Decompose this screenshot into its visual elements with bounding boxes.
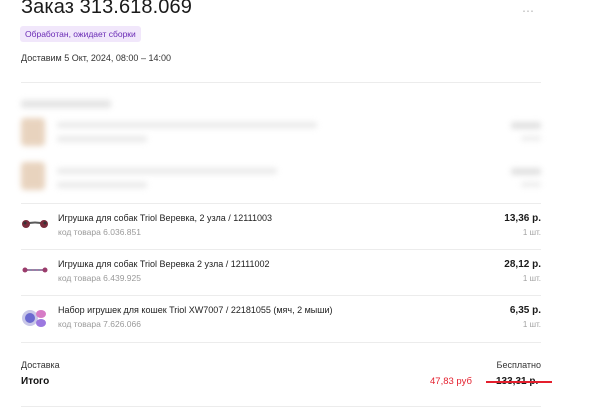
- blurred-text: [57, 122, 317, 128]
- divider: [21, 82, 541, 83]
- order-item[interactable]: Игрушка для собак Triol Веревка 2 узла /…: [21, 259, 541, 299]
- delivery-date: Доставим 5 Окт, 2024, 08:00 – 14:00: [21, 53, 171, 63]
- total-label: Итого: [21, 376, 50, 387]
- blurred-qty: [521, 136, 541, 141]
- divider: [21, 406, 541, 407]
- blurred-price: [511, 122, 541, 129]
- item-price: 13,36 р.: [504, 213, 541, 224]
- item-name[interactable]: Игрушка для собак Triol Веревка 2 узла /…: [58, 259, 270, 269]
- blurred-thumbnail: [21, 118, 45, 146]
- item-qty: 1 шт.: [522, 320, 541, 329]
- blurred-text: [57, 168, 277, 174]
- divider: [21, 249, 541, 250]
- more-dots-icon[interactable]: ⋯: [522, 4, 535, 18]
- blurred-items-group: [21, 98, 541, 198]
- item-name[interactable]: Игрушка для собак Triol Веревка, 2 узла …: [58, 213, 272, 223]
- delivery-value: Бесплатно: [496, 360, 541, 370]
- cat-toys-thumbnail: [22, 310, 46, 327]
- rope-toy-thumbnail: [22, 220, 48, 228]
- blurred-heading: [21, 100, 111, 108]
- blurred-price: [511, 168, 541, 175]
- divider: [21, 203, 541, 204]
- divider: [21, 342, 541, 343]
- item-code: код товара 6.036.851: [58, 227, 141, 237]
- item-name[interactable]: Набор игрушек для кошек Triol XW7007 / 2…: [58, 305, 333, 315]
- order-item[interactable]: Набор игрушек для кошек Triol XW7007 / 2…: [21, 305, 541, 345]
- blurred-thumbnail: [21, 162, 45, 190]
- item-code: код товара 7.626.066: [58, 319, 141, 329]
- status-badge: Обработан, ожидает сборки: [20, 26, 141, 42]
- strikethrough-line: [486, 381, 552, 383]
- item-price: 6,35 р.: [509, 305, 541, 316]
- item-code: код товара 6.439.925: [58, 273, 141, 283]
- order-item[interactable]: Игрушка для собак Triol Веревка, 2 узла …: [21, 213, 541, 253]
- order-title: Заказ 313.618.069: [21, 0, 192, 18]
- total-new-price: 47,83 руб: [430, 376, 472, 387]
- rope-toy-thumbnail: [22, 267, 48, 273]
- blurred-qty: [521, 182, 541, 187]
- blurred-text: [57, 136, 147, 142]
- delivery-label: Доставка: [21, 360, 60, 370]
- item-qty: 1 шт.: [522, 274, 541, 283]
- blurred-text: [57, 182, 147, 188]
- item-price: 28,12 р.: [504, 259, 541, 270]
- divider: [21, 295, 541, 296]
- item-qty: 1 шт.: [522, 228, 541, 237]
